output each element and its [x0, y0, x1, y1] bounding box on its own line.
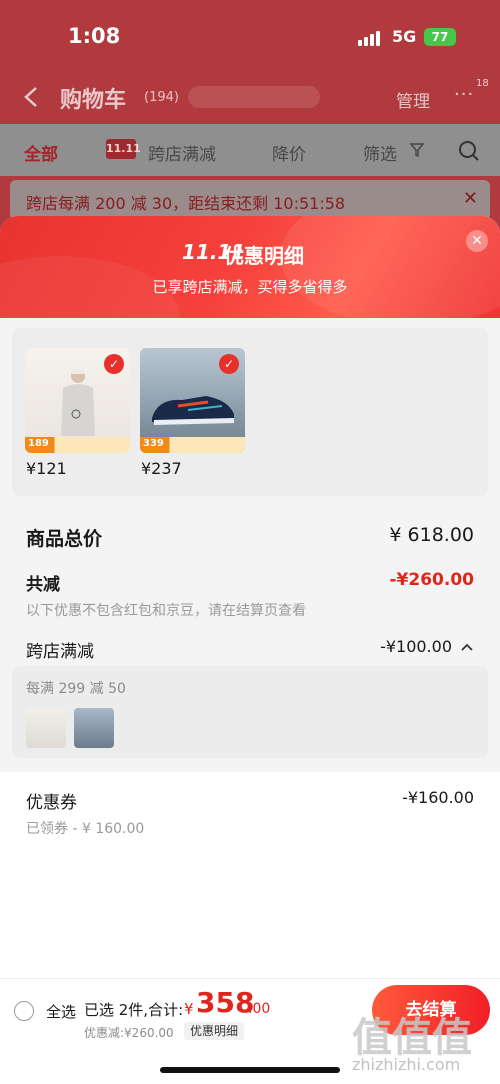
- reduce-label: 共减: [26, 575, 60, 595]
- tab-cross-store[interactable]: 跨店满减: [148, 140, 216, 165]
- sheet-header: 11.11 优惠明细 已享跨店满减，买得多省得多 ✕: [0, 216, 500, 376]
- status-bar: 1:08 5G 77: [0, 0, 500, 70]
- checked-icon[interactable]: ✓: [104, 354, 124, 374]
- chevron-up-icon[interactable]: [460, 641, 474, 653]
- currency-symbol: ¥: [184, 1000, 194, 1018]
- selected-goods: ✓ 189 ¥121 ✓ 339 ¥237: [12, 328, 488, 496]
- close-icon[interactable]: ✕: [466, 230, 488, 252]
- sheet-title: 优惠明细: [224, 244, 304, 268]
- goods-total-label: 商品总价: [26, 528, 103, 550]
- tab-all[interactable]: 全部: [24, 140, 58, 165]
- tag-1111-icon: 11.11: [106, 139, 141, 159]
- coupon-value: -¥160.00: [402, 788, 474, 807]
- product-thumb-jacket[interactable]: ✓ 189: [25, 348, 130, 453]
- message-badge: 18: [476, 78, 489, 89]
- coupon-label: 优惠券: [26, 793, 77, 813]
- back-arrow-icon[interactable]: [22, 86, 40, 108]
- search-icon[interactable]: [458, 140, 480, 162]
- promo-text: 跨店每满 200 减 30，距结束还剩 10:51:58: [26, 194, 346, 213]
- cross-store-rule: 每满 299 减 50: [26, 681, 126, 697]
- tab-filter[interactable]: 筛选: [363, 140, 397, 165]
- selected-count: 已选 2件,合计:: [84, 1001, 184, 1019]
- price-strip: 189: [25, 437, 130, 453]
- status-time: 1:08: [68, 24, 121, 48]
- total-decimal: .00: [248, 1001, 271, 1017]
- mini-thumb-jacket: [26, 708, 66, 748]
- saved-amount: 优惠减:¥260.00: [84, 1026, 174, 1040]
- sheet-subtitle: 已享跨店满减，买得多省得多: [152, 278, 348, 296]
- product-thumb-shoe[interactable]: ✓ 339: [140, 348, 245, 453]
- filter-icon: [410, 143, 424, 157]
- goods-total-value: ¥ 618.00: [389, 524, 474, 546]
- select-all-label[interactable]: 全选: [46, 1001, 76, 1022]
- watermark-url: zhizhizhi.com: [352, 1055, 461, 1074]
- reduce-note: 以下优惠不包含红包和京豆，请在结算页查看: [26, 603, 306, 619]
- cross-store-label: 跨店满减: [26, 642, 94, 662]
- coupon-note: 已领券 - ¥ 160.00: [26, 821, 145, 837]
- page-title: 购物车: [60, 88, 127, 113]
- product-price: ¥237: [141, 459, 182, 478]
- cross-store-detail: 每满 299 减 50: [12, 666, 488, 758]
- cart-count: (194): [144, 90, 179, 105]
- address-selector[interactable]: [188, 86, 320, 108]
- product-price: ¥121: [26, 459, 67, 478]
- jacket-image: [61, 369, 95, 436]
- mini-thumb-shoe: [74, 708, 114, 748]
- filter-tabs: 全部 11.11 跨店满减 降价 筛选: [0, 124, 500, 176]
- reduce-value: -¥260.00: [389, 570, 475, 590]
- battery-icon: 77: [424, 28, 456, 46]
- promo-close-icon[interactable]: ✕: [463, 188, 478, 209]
- tab-price-drop[interactable]: 降价: [272, 140, 306, 165]
- home-indicator: [160, 1067, 340, 1073]
- signal-icon: [358, 30, 384, 46]
- network-label: 5G: [392, 27, 417, 46]
- price-strip: 339: [140, 437, 245, 453]
- cart-navbar: 购物车 (194) 管理 ··· 18: [0, 72, 500, 122]
- discount-detail-sheet: 11.11 优惠明细 已享跨店满减，买得多省得多 ✕ ✓ 189 ¥121 ✓: [0, 216, 500, 1084]
- total-amount: 358: [196, 986, 255, 1019]
- discount-detail-button[interactable]: 优惠明细: [184, 1022, 245, 1040]
- checked-icon[interactable]: ✓: [219, 354, 239, 374]
- more-icon[interactable]: ···: [454, 84, 474, 105]
- promo-banner[interactable]: 跨店每满 200 减 30，距结束还剩 10:51:58 ✕: [10, 180, 490, 220]
- checkout-bar: 全选 已选 2件,合计: ¥ 358 .00 优惠减:¥260.00 优惠明细 …: [0, 978, 500, 1084]
- manage-button[interactable]: 管理: [396, 87, 430, 112]
- cross-store-value: -¥100.00: [380, 637, 452, 656]
- shoe-image: [152, 396, 234, 425]
- select-all-radio[interactable]: [14, 1001, 34, 1021]
